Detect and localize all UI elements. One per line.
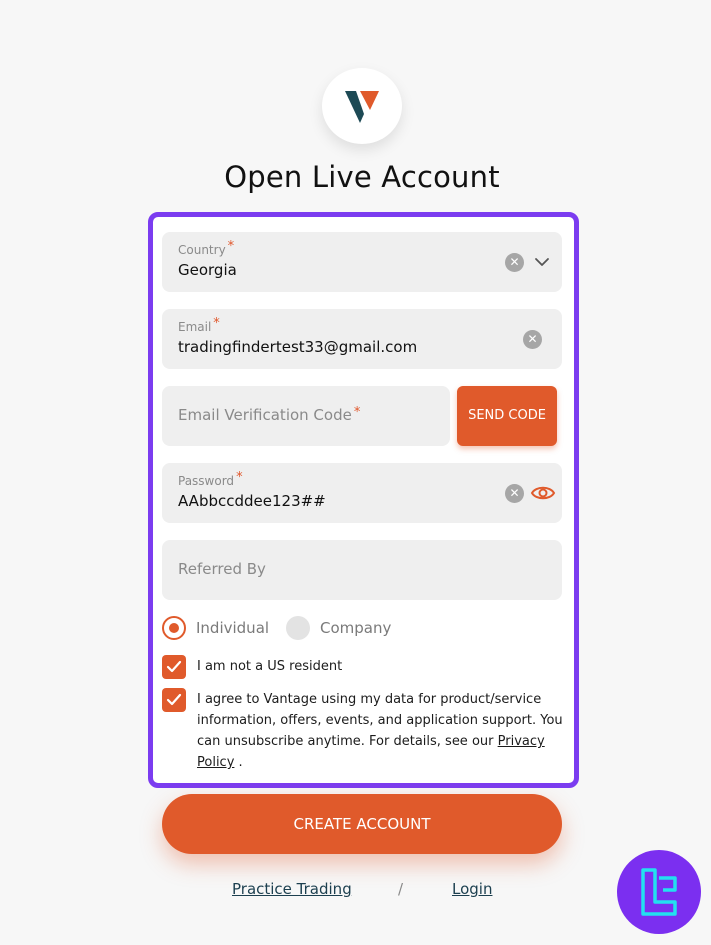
not-us-resident-label: I am not a US resident — [197, 659, 343, 674]
privacy-policy-link-cont[interactable]: Policy — [197, 755, 234, 770]
vantage-logo — [322, 68, 402, 144]
eye-icon[interactable] — [530, 482, 556, 504]
country-label: Country * — [178, 239, 235, 257]
agree-data-label: I agree to Vantage using my data for pro… — [197, 692, 563, 770]
create-account-button[interactable]: CREATE ACCOUNT — [162, 794, 562, 854]
password-label: Password * — [178, 470, 243, 488]
check-icon — [166, 693, 182, 706]
password-field[interactable]: Password * AAbbccddee123## ✕ — [162, 463, 562, 523]
referred-by-input[interactable]: Referred By — [162, 540, 562, 600]
practice-trading-link[interactable]: Practice Trading — [232, 880, 352, 898]
check-icon — [166, 660, 182, 673]
radio-individual[interactable] — [162, 616, 186, 640]
email-field[interactable]: Email * tradingfindertest33@gmail.com ✕ — [162, 309, 562, 369]
tradingfinder-logo-icon — [641, 868, 677, 916]
email-value: tradingfindertest33@gmail.com — [178, 338, 418, 356]
chevron-down-icon[interactable] — [532, 252, 552, 272]
privacy-policy-link[interactable]: Privacy — [498, 734, 545, 749]
radio-company[interactable] — [286, 616, 310, 640]
clear-icon[interactable]: ✕ — [505, 484, 524, 503]
login-link[interactable]: Login — [452, 880, 492, 898]
email-label: Email * — [178, 316, 220, 334]
clear-icon[interactable]: ✕ — [523, 330, 542, 349]
radio-individual-label[interactable]: Individual — [196, 619, 269, 637]
page-title: Open Live Account — [224, 160, 500, 194]
vantage-logo-icon — [345, 91, 379, 123]
verification-code-input[interactable]: Email Verification Code * — [162, 386, 450, 446]
footer-separator: / — [398, 880, 404, 898]
verification-placeholder: Email Verification Code * — [178, 405, 361, 424]
radio-company-label[interactable]: Company — [320, 619, 391, 637]
not-us-resident-checkbox[interactable] — [162, 655, 186, 679]
referred-placeholder: Referred By — [178, 560, 266, 578]
clear-icon[interactable]: ✕ — [505, 253, 524, 272]
password-value: AAbbccddee123## — [178, 492, 326, 510]
country-select[interactable]: Country * Georgia ✕ — [162, 232, 562, 292]
tradingfinder-badge — [617, 850, 701, 934]
agree-data-checkbox[interactable] — [162, 688, 186, 712]
country-value: Georgia — [178, 261, 237, 279]
send-code-button[interactable]: SEND CODE — [457, 386, 557, 446]
